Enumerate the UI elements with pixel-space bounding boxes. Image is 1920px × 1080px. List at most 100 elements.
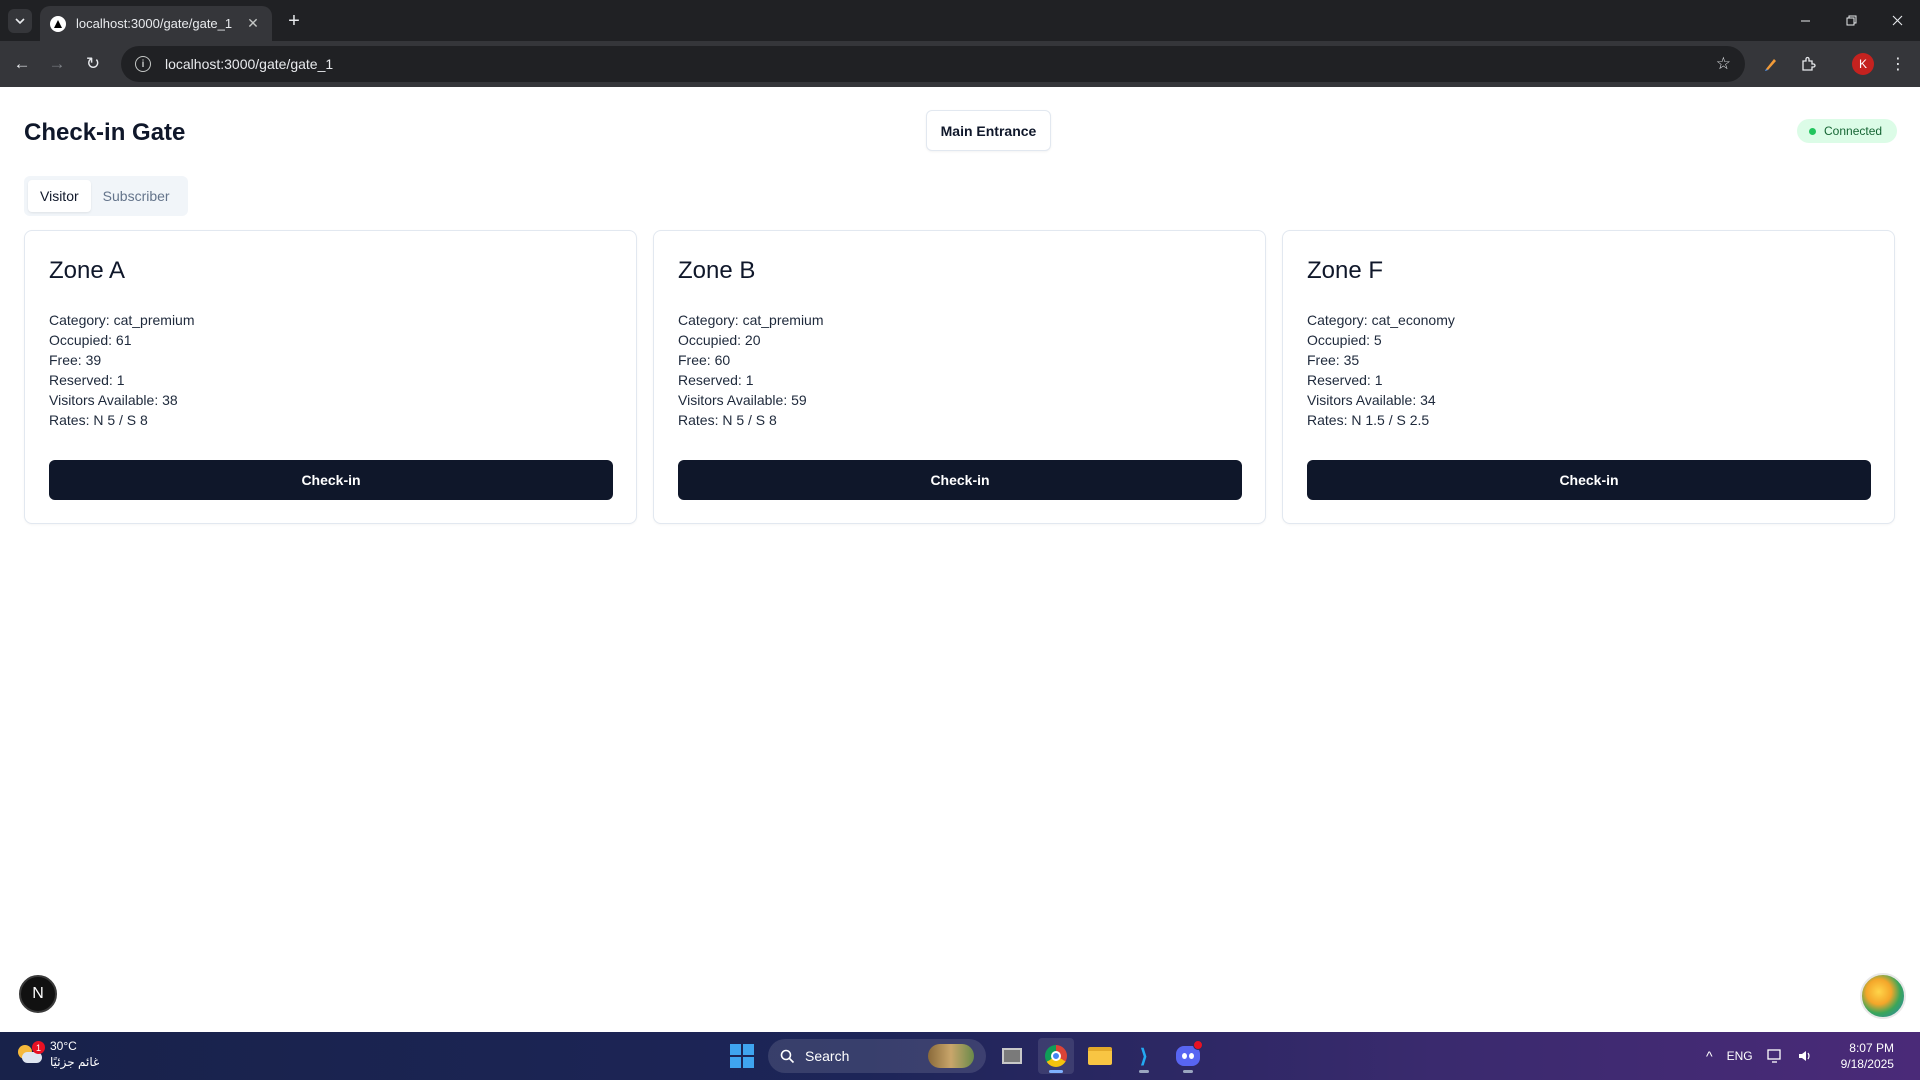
reload-button[interactable]: ↻ xyxy=(79,50,107,78)
visitor-type-tabs: Visitor Subscriber xyxy=(24,176,188,216)
zone-reserved: Reserved: 1 xyxy=(1307,372,1383,388)
back-button[interactable]: ← xyxy=(8,50,36,78)
minimize-icon xyxy=(1800,20,1810,22)
zone-free: Free: 60 xyxy=(678,352,731,368)
zone-occupied: Occupied: 61 xyxy=(49,332,132,348)
zone-name: Zone A xyxy=(49,257,126,284)
zone-name: Zone F xyxy=(1307,257,1384,284)
taskbar-discord[interactable] xyxy=(1170,1038,1206,1074)
zone-category: Category: cat_premium xyxy=(678,312,824,328)
new-tab-button[interactable]: + xyxy=(282,9,306,33)
browser-toolbar: ← → ↻ i localhost:3000/gate/gate_1 ☆ ⋮ xyxy=(0,41,1920,87)
tab-close-icon[interactable]: ✕ xyxy=(244,15,262,32)
start-button[interactable] xyxy=(724,1038,760,1074)
language-indicator[interactable]: ENG xyxy=(1727,1049,1753,1063)
weather-widget[interactable]: 1 30°C غائم جزئيًا xyxy=(16,1038,99,1070)
search-label: Search xyxy=(805,1048,850,1064)
vscode-icon: ⟩ xyxy=(1139,1045,1149,1068)
taskbar-chrome[interactable] xyxy=(1038,1038,1074,1074)
zone-category: Category: cat_premium xyxy=(49,312,195,328)
page-title: Check-in Gate xyxy=(24,119,186,146)
volume-icon[interactable] xyxy=(1797,1049,1813,1063)
zone-name: Zone B xyxy=(678,257,756,284)
weather-description: غائم جزئيًا xyxy=(50,1055,100,1069)
zone-rates: Rates: N 5 / S 8 xyxy=(678,412,777,428)
show-hidden-icons-chevron-icon[interactable]: ^ xyxy=(1706,1048,1713,1064)
checkin-button-zone-b[interactable]: Check-in xyxy=(678,460,1242,500)
zone-visitors-available: Visitors Available: 34 xyxy=(1307,392,1436,408)
tab-subscriber[interactable]: Subscriber xyxy=(91,180,182,212)
windows-logo-icon xyxy=(730,1044,741,1055)
clock-time: 8:07 PM xyxy=(1849,1041,1894,1055)
zone-reserved: Reserved: 1 xyxy=(678,372,754,388)
zone-occupied: Occupied: 5 xyxy=(1307,332,1382,348)
status-dot-icon xyxy=(1809,127,1816,135)
clock-date: 9/18/2025 xyxy=(1840,1057,1894,1071)
taskbar-file-explorer[interactable] xyxy=(1082,1038,1118,1074)
chevron-down-icon xyxy=(15,18,25,25)
checkin-button-zone-f[interactable]: Check-in xyxy=(1307,460,1871,500)
nextjs-dev-tools-button[interactable]: N xyxy=(19,975,57,1013)
zone-card-b: Zone B Category: cat_premium Occupied: 2… xyxy=(653,230,1266,524)
zone-card-f: Zone F Category: cat_economy Occupied: 5… xyxy=(1282,230,1895,524)
zone-details: Category: cat_premium Occupied: 61 Free:… xyxy=(49,310,195,430)
zone-reserved: Reserved: 1 xyxy=(49,372,125,388)
reload-icon: ↻ xyxy=(85,54,101,73)
close-icon xyxy=(1892,15,1902,26)
connection-status-badge: Connected xyxy=(1797,119,1897,143)
forward-button[interactable]: → xyxy=(43,50,71,78)
floating-assistant-avatar[interactable] xyxy=(1860,973,1906,1019)
url-text[interactable]: localhost:3000/gate/gate_1 xyxy=(165,56,1716,72)
site-info-icon[interactable]: i xyxy=(135,56,151,72)
weather-temperature: 30°C xyxy=(50,1039,77,1053)
minimize-button[interactable] xyxy=(1782,0,1828,41)
restore-icon xyxy=(1846,15,1856,26)
search-icon xyxy=(780,1049,795,1063)
chrome-icon xyxy=(1045,1045,1067,1067)
tab-search-button[interactable] xyxy=(8,9,32,33)
extension-pen-icon[interactable] xyxy=(1759,52,1783,76)
gate-name-chip: Main Entrance xyxy=(926,110,1051,151)
close-window-button[interactable] xyxy=(1874,0,1920,41)
tab-visitor[interactable]: Visitor xyxy=(28,180,91,212)
zone-category: Category: cat_economy xyxy=(1307,312,1455,328)
partly-cloudy-icon: 1 xyxy=(16,1041,45,1065)
system-tray: ^ ENG 8:07 PM 9/18/2025 xyxy=(1706,1032,1894,1080)
profile-avatar[interactable]: K xyxy=(1852,53,1874,75)
bookmark-star-icon[interactable]: ☆ xyxy=(1716,54,1731,74)
windows-taskbar: 1 30°C غائم جزئيًا Search ⟩ ^ ENG 8:07 P… xyxy=(0,1032,1920,1080)
taskbar-search[interactable]: Search xyxy=(768,1039,986,1073)
zone-visitors-available: Visitors Available: 59 xyxy=(678,392,807,408)
task-view-button[interactable] xyxy=(994,1038,1030,1074)
extensions-puzzle-icon[interactable] xyxy=(1796,52,1820,76)
browser-tab[interactable]: localhost:3000/gate/gate_1 ✕ xyxy=(40,6,272,41)
notification-badge xyxy=(1193,1040,1203,1050)
clock[interactable]: 8:07 PM 9/18/2025 xyxy=(1841,1040,1894,1072)
arrow-left-icon: ← xyxy=(13,54,31,73)
arrow-right-icon: → xyxy=(48,54,66,73)
zone-cards: Zone A Category: cat_premium Occupied: 6… xyxy=(24,230,1896,524)
zone-rates: Rates: N 5 / S 8 xyxy=(49,412,148,428)
nextjs-favicon-icon xyxy=(50,15,66,32)
weather-alert-badge: 1 xyxy=(32,1041,45,1054)
zone-occupied: Occupied: 20 xyxy=(678,332,761,348)
folder-icon xyxy=(1088,1047,1112,1065)
zone-card-a: Zone A Category: cat_premium Occupied: 6… xyxy=(24,230,637,524)
address-bar[interactable]: i localhost:3000/gate/gate_1 ☆ xyxy=(121,46,1745,82)
taskbar-vscode[interactable]: ⟩ xyxy=(1126,1038,1162,1074)
checkin-button-zone-a[interactable]: Check-in xyxy=(49,460,613,500)
browser-tabstrip: localhost:3000/gate/gate_1 ✕ + xyxy=(0,0,1920,41)
status-label: Connected xyxy=(1824,124,1883,138)
browser-menu-icon[interactable]: ⋮ xyxy=(1886,52,1910,76)
zone-rates: Rates: N 1.5 / S 2.5 xyxy=(1307,412,1430,428)
zone-free: Free: 39 xyxy=(49,352,102,368)
restore-button[interactable] xyxy=(1828,0,1874,41)
zone-details: Category: cat_economy Occupied: 5 Free: … xyxy=(1307,310,1455,430)
taskbar-apps: Search ⟩ xyxy=(724,1038,1206,1074)
zone-details: Category: cat_premium Occupied: 20 Free:… xyxy=(678,310,824,430)
search-highlight-image xyxy=(928,1044,974,1068)
zone-visitors-available: Visitors Available: 38 xyxy=(49,392,178,408)
task-view-icon xyxy=(1002,1048,1022,1064)
tab-title: localhost:3000/gate/gate_1 xyxy=(76,16,233,31)
network-icon[interactable] xyxy=(1766,1049,1783,1063)
